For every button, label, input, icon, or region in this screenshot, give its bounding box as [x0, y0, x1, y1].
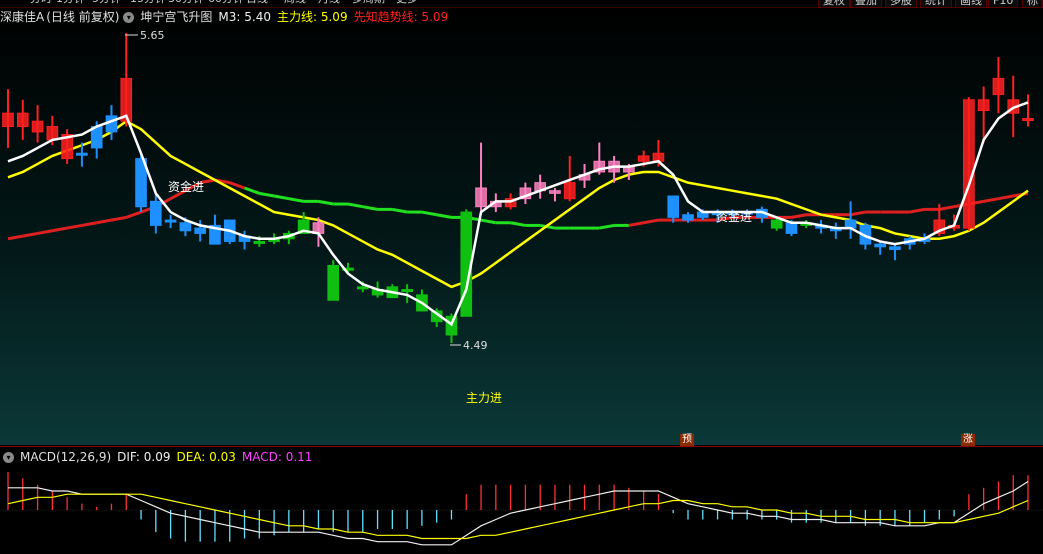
- candle-body: [327, 265, 340, 301]
- candle-body: [31, 120, 44, 133]
- candle-body: [977, 99, 990, 112]
- trend-line-segment: [288, 197, 304, 203]
- trend-line-segment: [37, 229, 53, 235]
- candle-body: [667, 195, 680, 218]
- fund-in-label: 资金进: [716, 209, 752, 224]
- fund-in-label: 资金进: [168, 179, 204, 194]
- candlestick-chart: 5.654.49资金进资金进主力进: [0, 29, 1043, 546]
- candle-body: [475, 187, 487, 208]
- main-in-label: 主力进: [466, 391, 502, 405]
- trend-line-segment: [96, 218, 112, 225]
- trend-line-segment: [318, 199, 334, 206]
- candle-body: [253, 240, 266, 244]
- candle-body: [194, 227, 206, 234]
- trend-line-segment: [421, 210, 437, 217]
- trend-line-segment: [111, 215, 127, 222]
- candle-body: [874, 243, 886, 248]
- candle-body: [637, 155, 650, 162]
- trend-line-segment: [273, 194, 290, 201]
- trend-line-segment: [347, 202, 364, 209]
- trend-line-segment: [480, 218, 497, 225]
- trend-line-segment: [244, 186, 260, 195]
- candle-body: [992, 77, 1005, 95]
- trend-line-segment: [983, 197, 999, 203]
- candle-body: [682, 214, 694, 221]
- trend-line-segment: [643, 218, 659, 225]
- trend-line-segment: [939, 205, 955, 211]
- dif-line: [8, 480, 1029, 546]
- candle-body: [563, 182, 576, 200]
- trend-line-segment: [7, 234, 24, 241]
- trend-line-segment: [510, 221, 526, 227]
- trend-line-segment: [125, 210, 142, 219]
- trend-line-segment: [259, 191, 275, 198]
- trend-line-segment: [791, 213, 807, 219]
- trend-line-segment: [362, 205, 378, 211]
- trend-line-segment: [22, 231, 38, 238]
- candle-body: [2, 112, 14, 128]
- candle-body: [770, 219, 783, 229]
- trend-line-segment: [599, 223, 615, 230]
- candle-body: [785, 222, 798, 234]
- candle-body: [549, 190, 561, 194]
- candle-body: [1022, 118, 1034, 122]
- dea-line: [7, 493, 1029, 540]
- candle-body: [164, 219, 177, 223]
- candle-body: [179, 222, 192, 232]
- trend-line-segment: [909, 207, 925, 214]
- candle-body: [16, 112, 29, 128]
- candle-body: [889, 246, 901, 250]
- candle-body: [963, 99, 975, 229]
- trend-line-segment: [81, 221, 97, 227]
- low-price-label: 4.49: [463, 339, 488, 352]
- high-price-label: 5.65: [140, 29, 165, 42]
- trend-line-segment: [392, 207, 408, 214]
- trend-line-segment: [66, 223, 83, 230]
- trend-line-segment: [998, 194, 1014, 201]
- trend-line-segment: [52, 226, 68, 233]
- candle-body: [356, 286, 369, 290]
- candle-body: [150, 200, 162, 226]
- candle-body: [46, 126, 59, 141]
- trend-line-segment: [628, 221, 644, 227]
- trend-line-segment: [850, 210, 866, 217]
- candle-body: [76, 152, 88, 156]
- candle-body: [401, 289, 413, 293]
- trend-line-segment: [229, 181, 246, 190]
- trend-line-segment: [436, 213, 452, 219]
